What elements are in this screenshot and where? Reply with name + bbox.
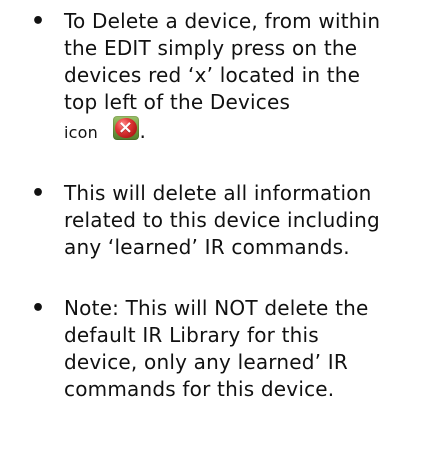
bullet-marker: • — [31, 296, 46, 321]
x-glyph: × — [117, 117, 134, 138]
bullet-marker: • — [31, 9, 46, 34]
icon-label: icon — [64, 123, 98, 142]
library-note-bullet: • Note: This will NOT delete the default… — [0, 295, 424, 403]
sentence-period: . — [139, 119, 147, 143]
delete-information-bullet: • This will delete all information relat… — [0, 180, 424, 261]
delete-information-text: This will delete all information related… — [64, 181, 380, 259]
library-note-text: Note: This will NOT delete the default I… — [64, 296, 369, 401]
delete-device-instructions: To Delete a device, from within the EDIT… — [64, 8, 390, 146]
instruction-page: • To Delete a device, from within the ED… — [0, 0, 424, 457]
bullet-marker: • — [31, 181, 46, 206]
delete-device-bullet: • To Delete a device, from within the ED… — [0, 8, 424, 146]
delete-device-text: To Delete a device, from within the EDIT… — [64, 9, 381, 114]
red-x-delete-icon: × — [112, 116, 139, 140]
